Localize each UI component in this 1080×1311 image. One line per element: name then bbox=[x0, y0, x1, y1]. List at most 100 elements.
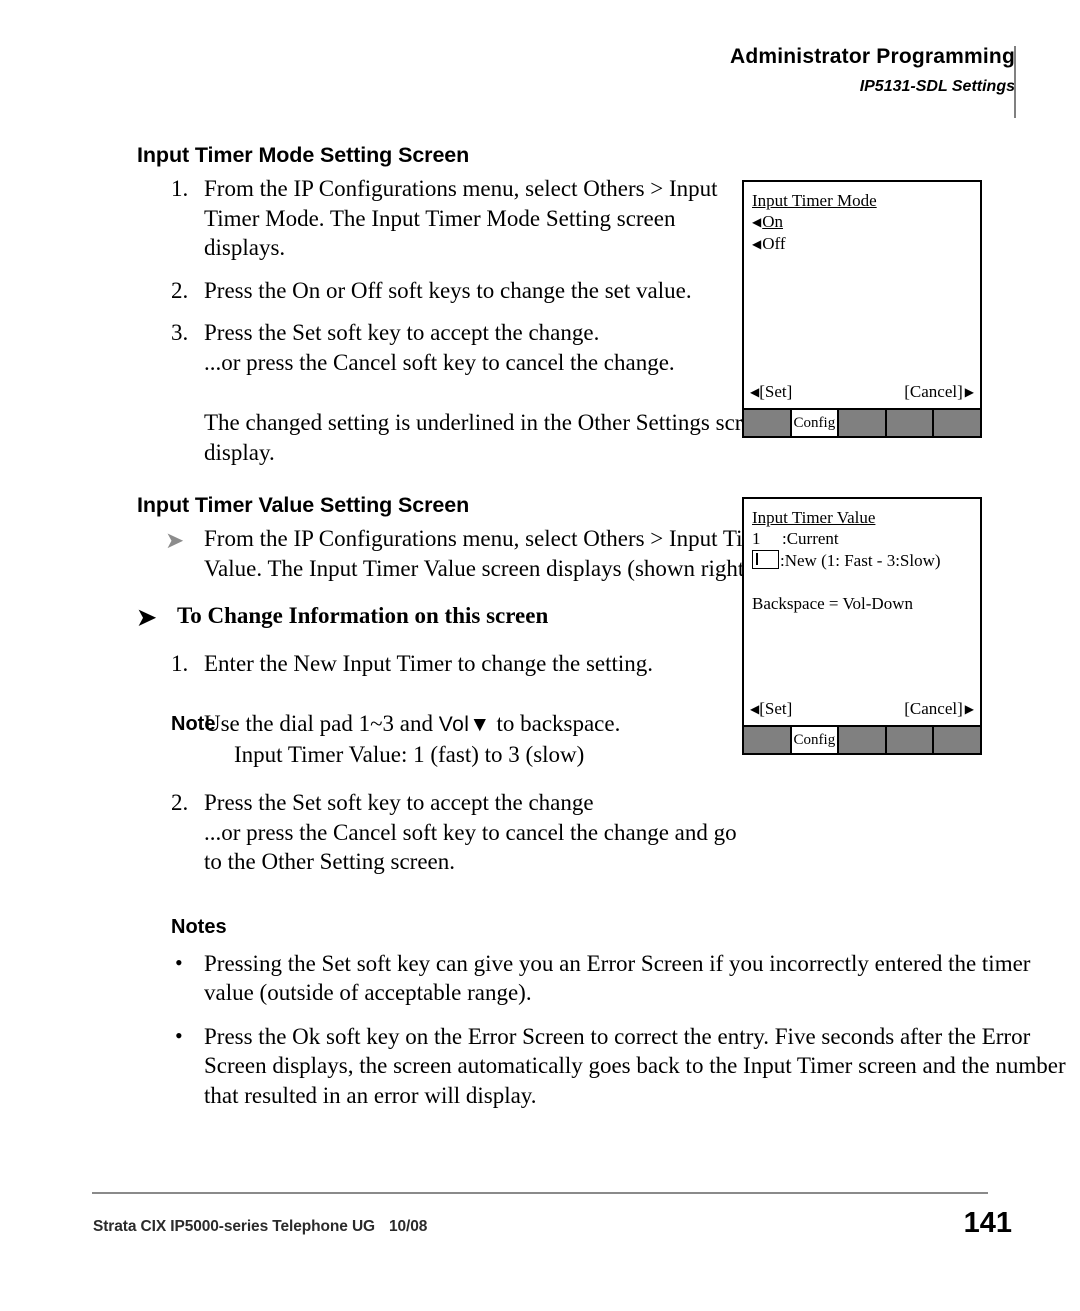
step-item: 1. Enter the New Input Timer to change t… bbox=[137, 649, 737, 679]
steps-list-value-1: 1. Enter the New Input Timer to change t… bbox=[137, 649, 737, 679]
note-line-2: Input Timer Value: 1 (fast) to 3 (slow) bbox=[234, 742, 585, 767]
step-text: Press the Set soft key to accept the cha… bbox=[204, 790, 594, 815]
lcd-tab-bar: Config bbox=[742, 727, 982, 755]
footer-doc-title: Strata CIX IP5000-series Telephone UG bbox=[93, 1218, 376, 1235]
step-text: Press the Set soft key to accept the cha… bbox=[204, 320, 600, 345]
note-key-vol: Vol bbox=[438, 713, 470, 736]
arrow-bullet-item: ➤ From the IP Configurations menu, selec… bbox=[137, 524, 804, 583]
lcd-display-area: Input Timer Mode ◀On ◀Off ◀[Set] [Cancel… bbox=[742, 180, 982, 410]
step-subtext: ...or press the Cancel soft key to cance… bbox=[204, 819, 737, 875]
softkey-cancel[interactable]: [Cancel] ▶ bbox=[904, 382, 974, 402]
lcd-screen-input-timer-mode: Input Timer Mode ◀On ◀Off ◀[Set] [Cancel… bbox=[742, 180, 982, 438]
lcd-tab-4[interactable] bbox=[886, 727, 935, 753]
bullet-icon: • bbox=[175, 1022, 183, 1048]
procedure-heading-text: To Change Information on this screen bbox=[177, 603, 549, 628]
step-text: From the IP Configurations menu, select … bbox=[204, 176, 718, 260]
lcd-backspace-hint: Backspace = Vol-Down bbox=[752, 594, 913, 613]
step-text: Press the On or Off soft keys to change … bbox=[204, 277, 692, 303]
step-item: 3. Press the Set soft key to accept the … bbox=[137, 318, 737, 377]
lcd-title: Input Timer Mode bbox=[752, 191, 877, 210]
lcd-softkey-row: ◀[Set] [Cancel] ▶ bbox=[744, 699, 980, 719]
paragraph-changed-setting: The changed setting is underlined in the… bbox=[204, 410, 775, 465]
lcd-new-label: :New (1: Fast - 3:Slow) bbox=[780, 551, 941, 570]
steps-list-mode: 1. From the IP Configurations menu, sele… bbox=[137, 174, 737, 377]
header-vertical-rule bbox=[1014, 46, 1016, 118]
bullet-icon: • bbox=[175, 949, 183, 975]
note-label: Note bbox=[171, 713, 216, 735]
step-number: 2. bbox=[171, 790, 189, 815]
arrow-right-icon: ➤ bbox=[137, 605, 157, 630]
header-title: Administrator Programming bbox=[729, 45, 1015, 68]
list-item: • Pressing the Set soft key can give you… bbox=[137, 949, 1080, 1008]
triangle-right-icon: ▶ bbox=[964, 385, 974, 399]
footer-divider bbox=[92, 1192, 988, 1194]
lcd-tab-config[interactable]: Config bbox=[791, 727, 840, 753]
note-block: Note Use the dial pad 1~3 and Vol▼ to ba… bbox=[137, 709, 804, 770]
lcd-screen-input-timer-value: Input Timer Value 1:Current :New (1: Fas… bbox=[742, 497, 982, 755]
lcd-option-on-label: On bbox=[762, 212, 784, 231]
lcd-softkey-row: ◀[Set] [Cancel] ▶ bbox=[744, 382, 980, 402]
lcd-tab-1[interactable] bbox=[744, 727, 792, 753]
lcd-title-row: Input Timer Value bbox=[752, 507, 972, 528]
step-subtext: ...or press the Cancel soft key to cance… bbox=[204, 349, 675, 375]
list-item: • Press the Ok soft key on the Error Scr… bbox=[137, 1022, 1080, 1111]
triangle-left-icon: ◀ bbox=[752, 237, 762, 251]
step-number: 2. bbox=[171, 277, 189, 303]
header-subtitle: IP5131-SDL Settings bbox=[859, 78, 1015, 95]
arrow-bullet-text: From the IP Configurations menu, select … bbox=[204, 526, 779, 581]
lcd-option-off-label: Off bbox=[762, 234, 786, 253]
softkey-set-label: [Set] bbox=[759, 699, 793, 718]
footer-date: 10/08 bbox=[389, 1218, 428, 1235]
step-number: 1. bbox=[171, 176, 189, 201]
notes-heading: Notes bbox=[171, 915, 227, 938]
lcd-title: Input Timer Value bbox=[752, 508, 876, 527]
section-heading-input-timer-mode: Input Timer Mode Setting Screen bbox=[137, 143, 470, 167]
triangle-right-icon: ▶ bbox=[964, 702, 974, 716]
lcd-current-value-row: 1:Current bbox=[752, 528, 972, 550]
lcd-title-row: Input Timer Mode bbox=[752, 190, 972, 211]
lcd-tab-3[interactable] bbox=[839, 727, 887, 753]
lcd-tab-5[interactable] bbox=[934, 410, 980, 436]
step-item: 2. Press the On or Off soft keys to chan… bbox=[137, 276, 737, 306]
lcd-current-value: 1 bbox=[752, 529, 761, 548]
down-triangle-icon: ▼ bbox=[469, 713, 491, 736]
lcd-new-value-row[interactable]: :New (1: Fast - 3:Slow) bbox=[752, 550, 972, 572]
arrow-right-icon: ➤ bbox=[165, 528, 185, 553]
lcd-content: Input Timer Mode ◀On ◀Off bbox=[744, 182, 980, 255]
triangle-left-icon: ◀ bbox=[750, 385, 760, 399]
step-text: Enter the New Input Timer to change the … bbox=[204, 650, 654, 676]
step-number: 1. bbox=[171, 650, 189, 676]
softkey-set-label: [Set] bbox=[759, 382, 793, 401]
softkey-set[interactable]: ◀[Set] bbox=[750, 699, 792, 719]
lcd-tab-bar: Config bbox=[742, 410, 982, 438]
lcd-tab-1[interactable] bbox=[744, 410, 792, 436]
softkey-set[interactable]: ◀[Set] bbox=[750, 382, 792, 402]
lcd-tab-config[interactable]: Config bbox=[791, 410, 840, 436]
note-item-text: Press the Ok soft key on the Error Scree… bbox=[204, 1023, 1066, 1108]
page-number: 141 bbox=[963, 1207, 1012, 1239]
procedure-heading: ➤ To Change Information on this screen bbox=[137, 601, 777, 631]
lcd-content: Input Timer Value 1:Current :New (1: Fas… bbox=[744, 499, 980, 615]
footer-document-info: Strata CIX IP5000-series Telephone UG 10/… bbox=[93, 1218, 427, 1236]
triangle-left-icon: ◀ bbox=[750, 702, 760, 716]
lcd-new-value-input[interactable] bbox=[752, 550, 779, 569]
lcd-tab-4[interactable] bbox=[886, 410, 935, 436]
step-item: 2. Press the Set soft key to accept the … bbox=[137, 788, 737, 877]
note-text-a: Use the dial pad 1~3 and bbox=[204, 711, 439, 736]
steps-list-value-2: 2. Press the Set soft key to accept the … bbox=[137, 788, 737, 877]
lcd-option-on[interactable]: ◀On bbox=[752, 211, 972, 233]
step-item: 1. From the IP Configurations menu, sele… bbox=[137, 174, 737, 263]
lcd-tab-3[interactable] bbox=[839, 410, 887, 436]
lcd-display-area: Input Timer Value 1:Current :New (1: Fas… bbox=[742, 497, 982, 727]
softkey-cancel[interactable]: [Cancel] ▶ bbox=[904, 699, 974, 719]
lcd-tab-5[interactable] bbox=[934, 727, 980, 753]
page-header: Administrator Programming IP5131-SDL Set… bbox=[395, 44, 1015, 98]
notes-list: • Pressing the Set soft key can give you… bbox=[137, 949, 1066, 1111]
lcd-option-off[interactable]: ◀Off bbox=[752, 233, 972, 255]
softkey-cancel-label: [Cancel] bbox=[904, 382, 963, 401]
step-number: 3. bbox=[171, 320, 189, 345]
